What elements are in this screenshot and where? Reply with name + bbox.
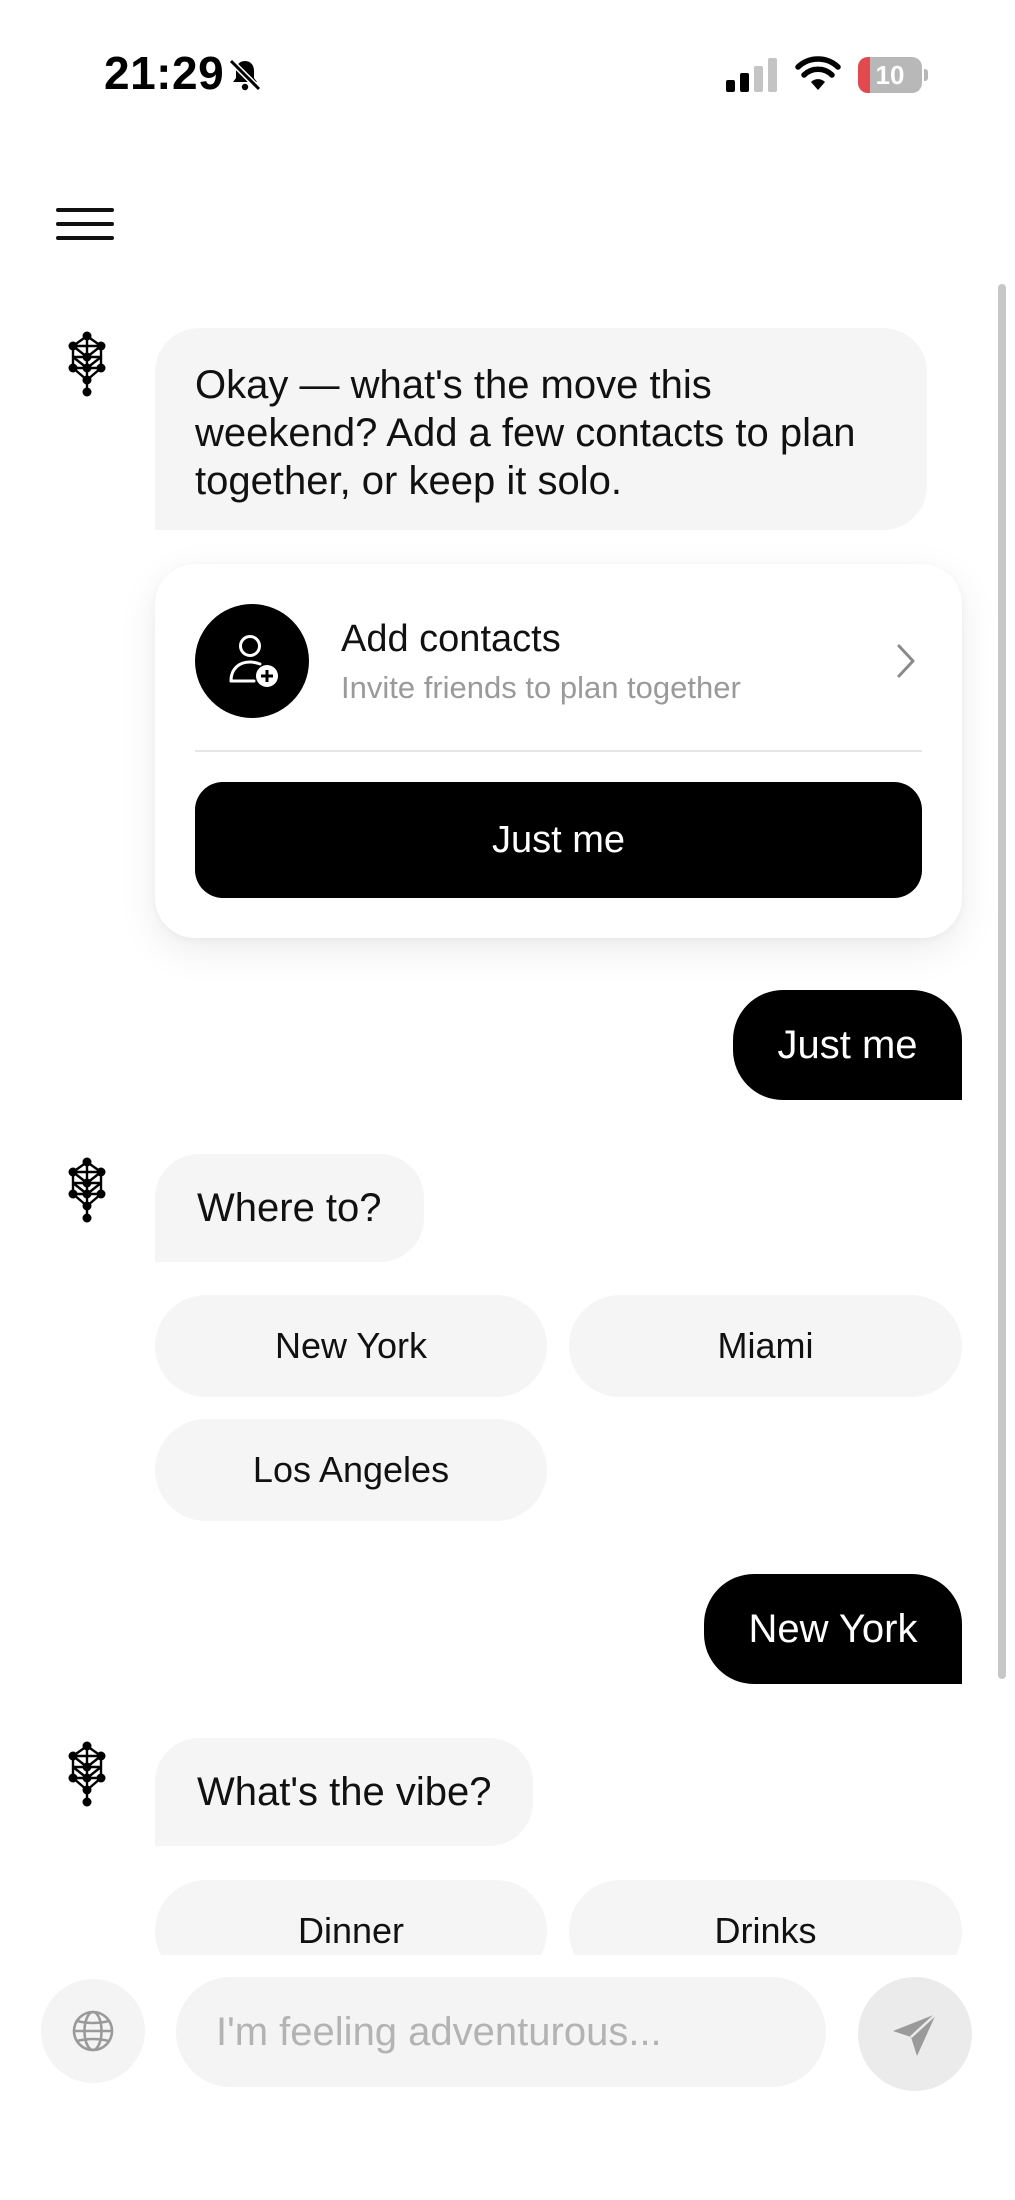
chat-thread: Okay — what's the move this weekend? Add… [0,300,1015,1955]
user-message: Just me [733,990,962,1100]
battery-indicator: 10 [858,57,928,93]
add-contacts-title: Add contacts [341,618,561,660]
status-time: 21:29 [104,47,225,99]
globe-icon [72,2010,114,2052]
add-person-icon [229,635,278,687]
location-option-new-york[interactable]: New York [155,1295,547,1397]
menu-line [56,222,114,226]
status-bar: 21:29 10 [0,0,1015,150]
assistant-message: Where to? [155,1154,424,1262]
tree-of-life-icon [68,1157,106,1223]
add-contacts-subtitle: Invite friends to plan together [341,670,741,705]
tree-of-life-icon [68,331,106,397]
assistant-message: Okay — what's the move this weekend? Add… [155,328,927,530]
card-divider [195,750,922,752]
vibe-option-drinks[interactable]: Drinks [569,1880,962,1955]
vibe-option-dinner[interactable]: Dinner [155,1880,547,1955]
user-message: New York [704,1574,962,1684]
menu-line [56,236,114,240]
just-me-button[interactable]: Just me [195,782,922,898]
wifi-icon [795,56,841,90]
battery-cap [924,69,928,81]
contact-card: Add contacts Invite friends to plan toge… [155,564,962,938]
location-option-miami[interactable]: Miami [569,1295,962,1397]
add-contacts-row[interactable]: Add contacts Invite friends to plan toge… [195,604,922,718]
battery-level: 10 [875,60,905,90]
tree-of-life-icon [68,1741,106,1807]
message-composer [0,1955,1015,2200]
bell-slash-icon [228,58,262,92]
cellular-signal-icon [726,58,777,92]
assistant-message: What's the vibe? [155,1738,534,1846]
hamburger-menu-icon[interactable] [56,208,116,248]
location-option-los-angeles[interactable]: Los Angeles [155,1419,547,1521]
add-contacts-avatar [195,604,309,718]
message-input[interactable] [176,1977,826,2087]
chevron-right-icon [897,644,915,678]
menu-line [56,208,114,212]
send-button[interactable] [858,1977,972,2091]
globe-button[interactable] [41,1979,145,2083]
battery-body: 10 [858,57,922,93]
send-paper-plane-icon [893,2013,937,2056]
